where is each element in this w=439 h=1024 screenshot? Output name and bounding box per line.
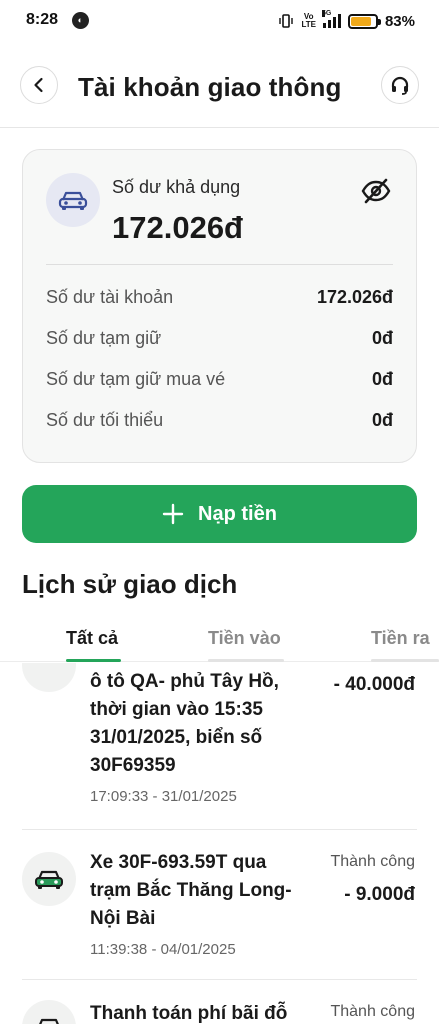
transaction-title: Thanh toán phí bãi đỗ <box>90 1003 288 1024</box>
balance-card: Số dư khả dụng 172.026đ Số dư tài khoản … <box>22 149 417 463</box>
status-bar: 8:28 ◐ Vo LTE 5G 83% <box>0 0 439 44</box>
balance-row-held-tickets: Số dư tạm giữ mua vé 0đ <box>46 366 393 392</box>
signal-icon: 5G <box>321 10 341 28</box>
transaction-item[interactable]: ô tô QA- phủ Tây Hồ, thời gian vào 15:35… <box>22 663 417 818</box>
app-header: Tài khoản giao thông <box>0 44 439 128</box>
balance-row-held: Số dư tạm giữ 0đ <box>46 325 393 351</box>
battery-percent: 83% <box>384 12 415 30</box>
tab-income[interactable]: Tiền vào <box>208 628 284 662</box>
vibrate-icon <box>279 14 294 28</box>
support-button[interactable] <box>381 66 419 104</box>
chevron-left-icon <box>34 77 43 93</box>
tab-all[interactable]: Tất cả <box>66 628 121 662</box>
balance-row-value: 0đ <box>371 327 393 348</box>
balance-row-label: Số dư tạm giữ <box>46 327 162 348</box>
transaction-title: ô tô QA- phủ Tây Hồ, thời gian vào 15:35… <box>90 671 279 776</box>
available-balance-label: Số dư khả dụng <box>112 177 241 197</box>
transaction-icon <box>22 663 76 692</box>
divider <box>22 979 417 980</box>
balance-row-label: Số dư tạm giữ mua vé <box>46 368 226 389</box>
back-button[interactable] <box>20 66 58 104</box>
transaction-item[interactable]: Xe 30F-693.59T qua trạm Bắc Thăng Long- … <box>22 849 417 974</box>
transaction-list: ô tô QA- phủ Tây Hồ, thời gian vào 15:35… <box>0 663 439 1024</box>
top-up-button[interactable]: Nạp tiền <box>22 485 417 543</box>
transaction-icon <box>22 1000 76 1024</box>
history-title: Lịch sử giao dịch <box>22 569 238 599</box>
eye-off-icon <box>361 178 391 204</box>
car-avatar <box>46 173 100 227</box>
tab-label: Tất cả <box>66 628 119 648</box>
plus-icon <box>162 503 184 525</box>
card-divider <box>46 264 393 265</box>
balance-row-value: 0đ <box>371 368 393 389</box>
car-icon <box>39 1018 59 1024</box>
network-type-label: 5G <box>321 10 332 17</box>
balance-row-minimum: Số dư tối thiểu 0đ <box>46 407 393 433</box>
battery-icon <box>347 13 381 29</box>
battery-fill <box>350 16 371 26</box>
app-notification-icon: ◐ <box>72 12 89 29</box>
transaction-time: 17:09:33 - 31/01/2025 <box>90 788 237 805</box>
transaction-amount: - 40.000đ <box>333 674 415 695</box>
tab-indicator <box>208 659 284 662</box>
tab-label: Tiền ra <box>371 628 430 648</box>
tab-indicator <box>371 659 439 662</box>
transaction-time: 11:39:38 - 04/01/2025 <box>90 941 236 958</box>
available-balance-amount: 172.026đ <box>112 210 243 245</box>
volte-icon: Vo LTE <box>301 12 316 29</box>
divider <box>22 829 417 830</box>
history-tabs: Tất cả Tiền vào Tiền ra <box>0 618 439 662</box>
balance-row-label: Số dư tối thiểu <box>46 409 164 430</box>
headset-icon <box>391 76 409 95</box>
balance-row-account: Số dư tài khoản 172.026đ <box>46 284 393 310</box>
status-time: 8:28 <box>26 11 59 28</box>
balance-row-value: 0đ <box>371 409 393 430</box>
transaction-status: Thành công <box>330 1003 415 1020</box>
transaction-item[interactable]: Thanh toán phí bãi đỗ Thành công <box>22 1000 417 1024</box>
transaction-amount: - 9.000đ <box>344 884 415 905</box>
page-title: Tài khoản giao thông <box>78 72 342 102</box>
tab-label: Tiền vào <box>208 628 281 648</box>
transaction-icon <box>22 852 76 906</box>
status-icons: Vo LTE 5G 83% <box>278 10 415 31</box>
hide-balance-button[interactable] <box>360 176 392 206</box>
car-icon <box>35 870 63 889</box>
balance-row-label: Số dư tài khoản <box>46 286 174 307</box>
tab-expense[interactable]: Tiền ra <box>371 628 439 662</box>
top-up-label: Nạp tiền <box>198 502 277 525</box>
transaction-status: Thành công <box>330 853 415 870</box>
tab-indicator <box>66 659 121 662</box>
transaction-title: Xe 30F-693.59T qua trạm Bắc Thăng Long- … <box>90 852 292 929</box>
balance-row-value: 172.026đ <box>316 286 393 307</box>
car-icon <box>58 191 88 210</box>
